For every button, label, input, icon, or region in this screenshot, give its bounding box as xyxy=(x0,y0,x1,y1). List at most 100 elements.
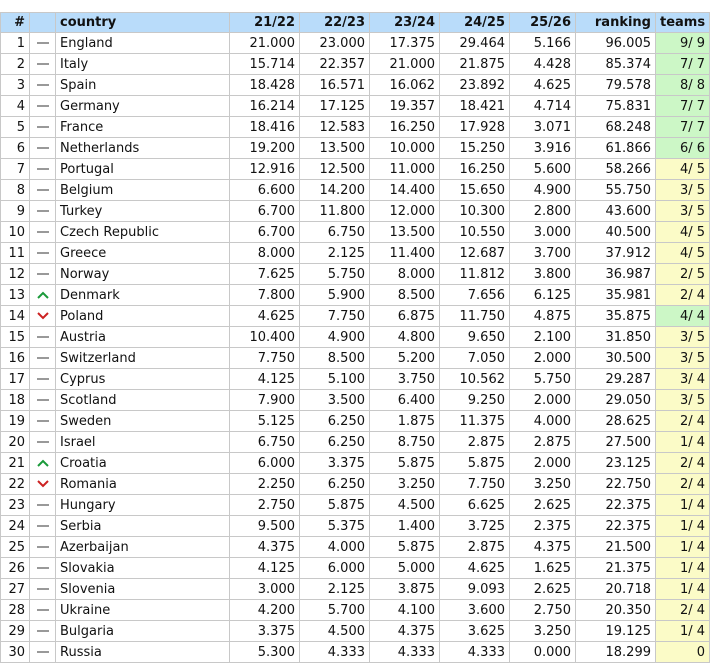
table-row: 24 Serbia 9.500 5.375 1.400 3.725 2.375 22.375 1… xyxy=(0,515,710,537)
header-ranking[interactable]: ranking xyxy=(575,12,656,33)
rank-number: 11 xyxy=(0,242,30,264)
trend-cell xyxy=(29,473,56,495)
table-row: 4 Germany 16.214 17.125 19.357 18.421 4.714 75.… xyxy=(0,95,710,117)
table-row: 14 Poland 4.625 7.750 6.875 11.750 4.875 35.875… xyxy=(0,305,710,327)
country-name[interactable]: Ukraine xyxy=(55,599,230,621)
season-1-value: 6.700 xyxy=(229,200,300,222)
season-1-value: 5.300 xyxy=(229,641,300,663)
season-2-value: 5.875 xyxy=(299,494,370,516)
season-4-value: 15.250 xyxy=(439,137,510,159)
country-name[interactable]: Slovenia xyxy=(55,578,230,600)
rank-number: 23 xyxy=(0,494,30,516)
table-row: 6 Netherlands 19.200 13.500 10.000 15.250 3.91… xyxy=(0,137,710,159)
country-name[interactable]: Hungary xyxy=(55,494,230,516)
country-name[interactable]: Spain xyxy=(55,74,230,96)
table-row: 23 Hungary 2.750 5.875 4.500 6.625 2.625 22.375… xyxy=(0,494,710,516)
country-name[interactable]: Portugal xyxy=(55,158,230,180)
season-1-value: 7.625 xyxy=(229,263,300,285)
country-name[interactable]: Austria xyxy=(55,326,230,348)
trend-same-icon xyxy=(36,542,50,552)
trend-cell xyxy=(29,158,56,180)
table-row: 16 Switzerland 7.750 8.500 5.200 7.050 2.000 30… xyxy=(0,347,710,369)
trend-cell xyxy=(29,200,56,222)
country-name[interactable]: Cyprus xyxy=(55,368,230,390)
trend-cell xyxy=(29,179,56,201)
season-3-value: 11.400 xyxy=(369,242,440,264)
country-name[interactable]: Denmark xyxy=(55,284,230,306)
season-3-value: 8.750 xyxy=(369,431,440,453)
country-name[interactable]: Sweden xyxy=(55,410,230,432)
table-row: 26 Slovakia 4.125 6.000 5.000 4.625 1.625 21.37… xyxy=(0,557,710,579)
rank-number: 4 xyxy=(0,95,30,117)
ranking-value: 85.374 xyxy=(575,53,656,75)
header-rank-number[interactable]: # xyxy=(0,12,30,33)
header-teams[interactable]: teams xyxy=(655,12,710,33)
trend-cell xyxy=(29,389,56,411)
ranking-value: 43.600 xyxy=(575,200,656,222)
country-name[interactable]: Bulgaria xyxy=(55,620,230,642)
country-name[interactable]: Romania xyxy=(55,473,230,495)
country-name[interactable]: Netherlands xyxy=(55,137,230,159)
season-2-value: 6.250 xyxy=(299,410,370,432)
season-3-value: 5.200 xyxy=(369,347,440,369)
country-name[interactable]: Germany xyxy=(55,95,230,117)
season-4-value: 11.750 xyxy=(439,305,510,327)
rank-number: 25 xyxy=(0,536,30,558)
header-season-2[interactable]: 22/23 xyxy=(299,12,370,33)
country-name[interactable]: Serbia xyxy=(55,515,230,537)
season-5-value: 4.714 xyxy=(509,95,576,117)
ranking-value: 40.500 xyxy=(575,221,656,243)
rank-number: 27 xyxy=(0,578,30,600)
season-2-value: 3.500 xyxy=(299,389,370,411)
country-name[interactable]: Azerbaijan xyxy=(55,536,230,558)
season-3-value: 12.000 xyxy=(369,200,440,222)
season-4-value: 23.892 xyxy=(439,74,510,96)
country-name[interactable]: Slovakia xyxy=(55,557,230,579)
country-name[interactable]: Greece xyxy=(55,242,230,264)
rank-number: 22 xyxy=(0,473,30,495)
country-name[interactable]: Czech Republic xyxy=(55,221,230,243)
trend-same-icon xyxy=(36,353,50,363)
season-2-value: 6.000 xyxy=(299,557,370,579)
trend-up-icon xyxy=(36,290,50,300)
rank-number: 1 xyxy=(0,32,30,54)
season-1-value: 4.200 xyxy=(229,599,300,621)
season-1-value: 9.500 xyxy=(229,515,300,537)
country-name[interactable]: Poland xyxy=(55,305,230,327)
season-4-value: 10.562 xyxy=(439,368,510,390)
header-season-3[interactable]: 23/24 xyxy=(369,12,440,33)
season-5-value: 2.000 xyxy=(509,347,576,369)
country-name[interactable]: Italy xyxy=(55,53,230,75)
country-name[interactable]: England xyxy=(55,32,230,54)
ranking-value: 23.125 xyxy=(575,452,656,474)
country-name[interactable]: Croatia xyxy=(55,452,230,474)
trend-cell xyxy=(29,326,56,348)
country-name[interactable]: Russia xyxy=(55,641,230,663)
season-5-value: 3.000 xyxy=(509,221,576,243)
teams-value: 4/ 5 xyxy=(655,158,710,180)
season-2-value: 3.375 xyxy=(299,452,370,474)
country-name[interactable]: France xyxy=(55,116,230,138)
country-name[interactable]: Belgium xyxy=(55,179,230,201)
season-3-value: 5.875 xyxy=(369,452,440,474)
header-country[interactable]: country xyxy=(55,12,230,33)
trend-cell xyxy=(29,53,56,75)
country-name[interactable]: Norway xyxy=(55,263,230,285)
country-name[interactable]: Switzerland xyxy=(55,347,230,369)
country-name[interactable]: Scotland xyxy=(55,389,230,411)
header-season-4[interactable]: 24/25 xyxy=(439,12,510,33)
season-1-value: 4.625 xyxy=(229,305,300,327)
season-5-value: 3.250 xyxy=(509,620,576,642)
season-1-value: 3.000 xyxy=(229,578,300,600)
header-season-5[interactable]: 25/26 xyxy=(509,12,576,33)
country-name[interactable]: Turkey xyxy=(55,200,230,222)
teams-value: 1/ 4 xyxy=(655,557,710,579)
season-4-value: 15.650 xyxy=(439,179,510,201)
season-1-value: 7.900 xyxy=(229,389,300,411)
ranking-value: 30.500 xyxy=(575,347,656,369)
header-season-1[interactable]: 21/22 xyxy=(229,12,300,33)
season-5-value: 6.125 xyxy=(509,284,576,306)
season-3-value: 3.250 xyxy=(369,473,440,495)
country-name[interactable]: Israel xyxy=(55,431,230,453)
season-3-value: 6.400 xyxy=(369,389,440,411)
